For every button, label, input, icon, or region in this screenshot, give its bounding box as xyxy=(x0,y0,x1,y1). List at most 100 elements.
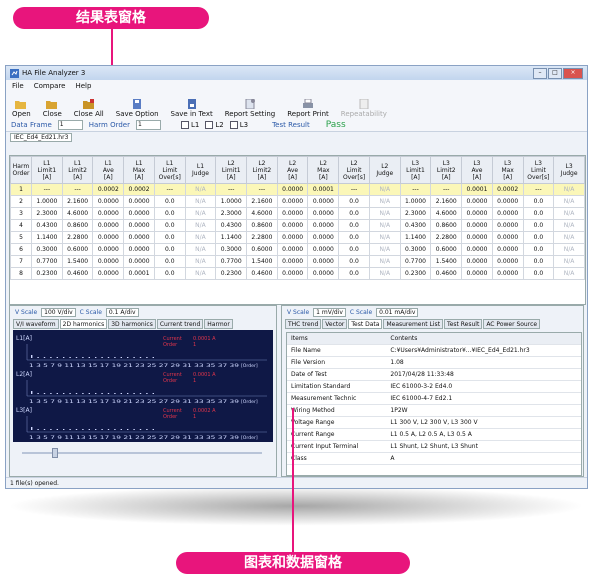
test-data-row[interactable]: File Version 1.08 xyxy=(287,356,581,369)
file-tab[interactable]: IEC_Ed4_Ed21.hr3 xyxy=(10,133,73,142)
test-data-row[interactable]: Limitation Standard IEC 61000-3-2 Ed4.0 xyxy=(287,380,581,393)
open-button[interactable]: Open xyxy=(12,99,31,118)
slider-knob[interactable] xyxy=(52,448,58,458)
report-print-button[interactable]: Report Print xyxy=(287,99,329,118)
test-data-row[interactable]: Measurement Technic IEC 61000-4-7 Ed2.1 xyxy=(287,392,581,405)
table-cell: 0.0000 xyxy=(123,231,155,244)
table-row[interactable]: 7 0.7700 1.5400 0.0000 0.0000 0.0 N/A 0.7700 1.5… xyxy=(10,255,585,268)
header-text: Harm xyxy=(12,163,30,170)
maximize-icon[interactable]: □ xyxy=(548,67,562,79)
menu-file[interactable]: File xyxy=(12,82,24,90)
table-row[interactable]: 5 1.1400 2.2800 0.0000 0.0000 0.0 N/A 1.1400 2.2… xyxy=(10,231,585,244)
item-name: Current Range xyxy=(287,428,387,441)
vscale-select[interactable]: 1 mV/div xyxy=(313,308,346,317)
header-text: Max xyxy=(501,166,514,174)
tab-right_pane[interactable]: AC Power Source xyxy=(483,319,541,329)
table-cell: 0.3000 xyxy=(215,243,248,256)
table-row[interactable]: 1 --- --- 0.0002 0.0002 --- N/A --- --- 0.0000 0.0… xyxy=(10,183,585,196)
close-icon[interactable]: × xyxy=(563,67,583,79)
menu-help[interactable]: Help xyxy=(75,82,91,90)
tab-left_pane[interactable]: Harmor xyxy=(204,319,233,329)
l1-checkbox[interactable]: L1 xyxy=(181,120,199,129)
item-content: 1P2W xyxy=(386,404,581,417)
table-cell: 0.0 xyxy=(338,243,370,256)
cscale-select[interactable]: 0.1 A/div xyxy=(105,308,139,317)
test-data-row[interactable]: File Name C:¥Users¥Administrator¥...¥IEC_… xyxy=(287,344,581,357)
table-cell: 0.0000 xyxy=(123,255,155,268)
tab-right_pane[interactable]: Test Result xyxy=(444,319,483,329)
table-row[interactable]: 6 0.3000 0.6000 0.0000 0.0000 0.0 N/A 0.3000 0.6… xyxy=(10,243,585,256)
table-row[interactable]: 2 1.0000 2.1600 0.0000 0.0000 0.0 N/A 1.0000 2.1… xyxy=(10,195,585,208)
tab-left_pane[interactable]: V/I waveform xyxy=(13,319,59,329)
header-text: Over[s] xyxy=(158,173,181,181)
test-data-row[interactable]: Voltage Range L1 300 V, L2 300 V, L3 300 … xyxy=(287,416,581,429)
tab-left_pane[interactable]: 2D harmonics xyxy=(59,319,108,329)
repeatability-button[interactable]: Repeatability xyxy=(341,99,387,118)
table-cell: 0.0000 xyxy=(491,195,524,208)
vscale-select[interactable]: 100 V/div xyxy=(41,308,76,317)
harmonic-bar xyxy=(88,429,90,430)
header-text: Limit2 xyxy=(252,166,272,174)
harmonic-bar xyxy=(56,429,58,430)
test-data-body: File Name C:¥Users¥Administrator¥...¥IEC_… xyxy=(287,344,581,465)
header-text: L3 xyxy=(442,159,450,167)
header-text: [A] xyxy=(411,173,420,181)
tab-left_pane[interactable]: 3D harmonics xyxy=(108,319,156,329)
items-column-header: Items xyxy=(287,333,387,345)
table-cell: --- xyxy=(215,183,248,196)
table-cell: 0.0000 xyxy=(461,219,493,232)
tab-right_pane[interactable]: THC trend xyxy=(285,319,322,329)
test-data-row[interactable]: Wiring Method 1P2W xyxy=(287,404,581,417)
table-cell: 0.0000 xyxy=(276,267,309,280)
l2-checkbox[interactable]: L2 xyxy=(205,120,224,129)
table-cell: 0.4600 xyxy=(246,267,278,280)
tab-right_pane[interactable]: Measurement List xyxy=(383,319,444,329)
harmonic-bar xyxy=(75,357,78,358)
test-data-row[interactable]: Current Input Terminal L1 Shunt, L2 Shunt… xyxy=(287,440,581,453)
order-slider[interactable] xyxy=(16,448,271,458)
harmonic-bar xyxy=(31,391,33,394)
table-cell: 0.0 xyxy=(338,255,370,268)
tab-right_pane[interactable]: Test Data xyxy=(348,319,383,329)
test-data-row[interactable]: Current Range L1 0.5 A, L2 0.5 A, L3 0.5 … xyxy=(287,428,581,441)
minimize-icon[interactable]: – xyxy=(533,67,547,79)
table-cell: 0.0000 xyxy=(491,243,524,256)
table-row[interactable]: 3 2.3000 4.6000 0.0000 0.0000 0.0 N/A 2.3000 4.6… xyxy=(10,207,585,220)
cscale-select[interactable]: 0.01 mA/div xyxy=(376,308,419,317)
order-axis-tag: [Order] xyxy=(241,435,258,441)
checkbox-icon xyxy=(229,120,238,129)
report-setting-button[interactable]: Report Setting xyxy=(225,99,275,118)
close-button[interactable]: Close xyxy=(43,99,62,118)
table-cell: N/A xyxy=(368,267,401,280)
table-cell: 2.2800 xyxy=(246,231,278,244)
harm-order-input[interactable]: 1 xyxy=(136,119,161,130)
table-cell: 0.0 xyxy=(522,207,555,220)
table-cell: 0.0000 xyxy=(491,267,524,280)
test-data-row[interactable]: Class A xyxy=(287,452,581,465)
save-in-text-button[interactable]: Save in Text xyxy=(171,99,213,118)
table-row[interactable]: 4 0.4300 0.8600 0.0000 0.0000 0.0 N/A 0.4300 0.8… xyxy=(10,219,585,232)
close-all-button[interactable]: Close All xyxy=(74,99,104,118)
harmonic-bar xyxy=(152,429,154,430)
order-label: Order xyxy=(163,414,178,420)
header-text: L1 xyxy=(135,159,143,167)
tab-left_pane[interactable]: Current trend xyxy=(156,319,204,329)
table-cell: N/A xyxy=(553,195,585,208)
save-option-button[interactable]: Save Option xyxy=(116,99,159,118)
test-result-label: Test Result xyxy=(272,120,310,129)
window-shadow xyxy=(6,486,586,526)
table-cell: N/A xyxy=(553,219,585,232)
table-cell: 0.0 xyxy=(522,243,555,256)
item-content: A xyxy=(386,452,581,465)
table-cell: 0.0 xyxy=(338,195,370,208)
menu-compare[interactable]: Compare xyxy=(34,82,66,90)
table-row[interactable]: 8 0.2300 0.4600 0.0000 0.0001 0.0 N/A 0.2300 0.4… xyxy=(10,267,585,280)
l3-checkbox[interactable]: L3 xyxy=(229,120,248,129)
table-cell: 0.0000 xyxy=(92,219,125,232)
item-name: File Version xyxy=(287,356,387,369)
header-text: [A] xyxy=(288,173,298,181)
data-frame-input[interactable]: 1 xyxy=(57,119,83,130)
header-text: Ave xyxy=(287,166,299,174)
tab-right_pane[interactable]: Vector xyxy=(322,319,348,329)
test-data-row[interactable]: Date of Test 2017/04/28 11:33:48 xyxy=(287,368,581,381)
